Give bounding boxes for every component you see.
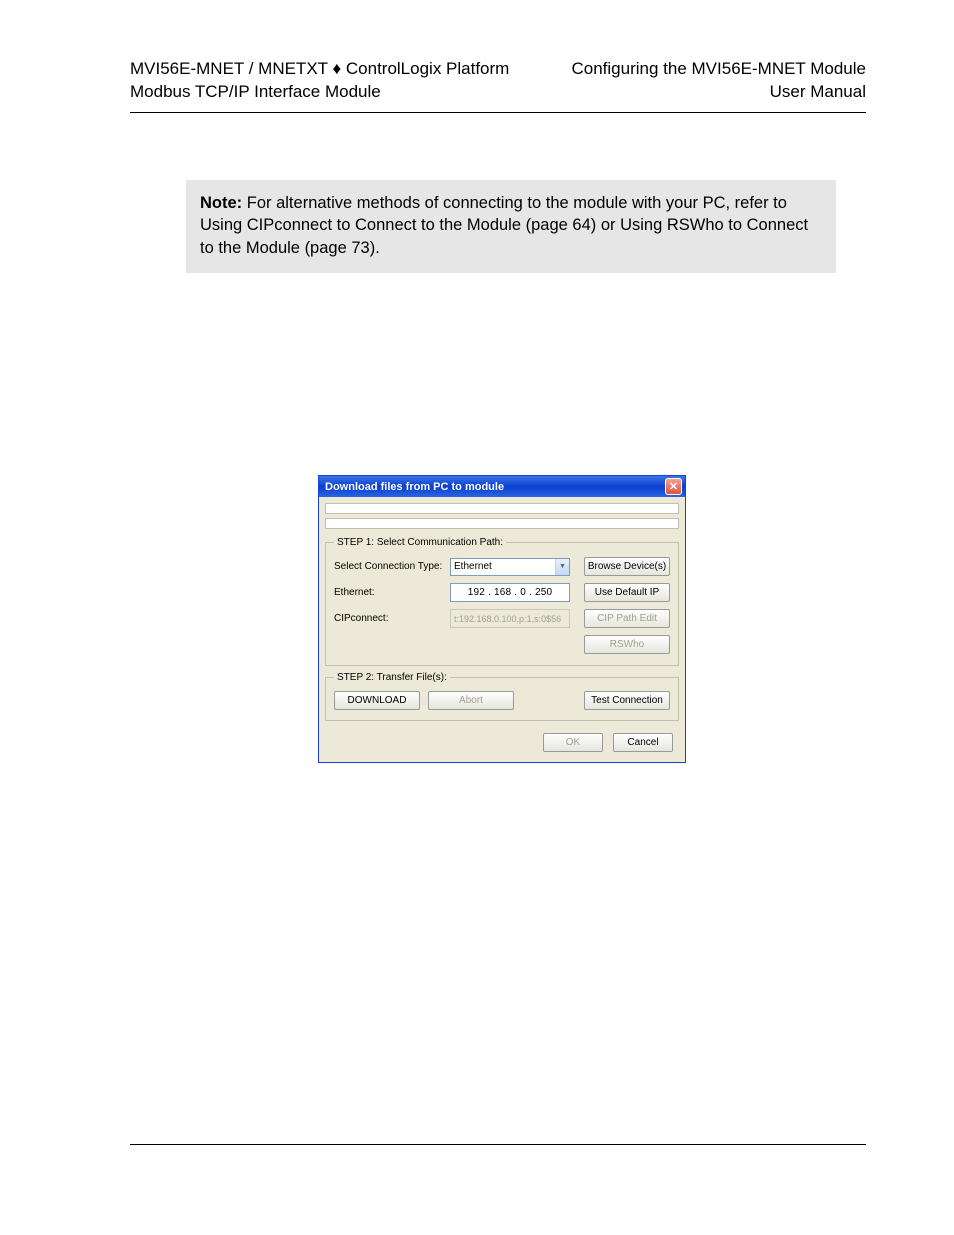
- row-cipconnect: CIPconnect: t:192.168.0.100,p:1,s:0$56 C…: [334, 608, 670, 629]
- use-default-ip-button[interactable]: Use Default IP: [584, 583, 670, 602]
- connection-type-select[interactable]: Ethernet ▼: [450, 558, 570, 576]
- row-connection-type: Select Connection Type: Ethernet ▼ Brows…: [334, 556, 670, 577]
- connection-type-label: Select Connection Type:: [334, 561, 450, 572]
- header-right-line1: Configuring the MVI56E-MNET Module: [572, 58, 867, 81]
- header-left-line1: MVI56E-MNET / MNETXT ♦ ControlLogix Plat…: [130, 58, 509, 81]
- rswho-button: RSWho: [584, 635, 670, 654]
- diamond-icon: ♦: [332, 59, 341, 78]
- step2-legend: STEP 2: Transfer File(s):: [334, 672, 450, 683]
- header-product: MVI56E-MNET / MNETXT: [130, 59, 332, 78]
- titlebar[interactable]: Download files from PC to module ✕: [319, 476, 685, 497]
- cipconnect-input: t:192.168.0.100,p:1,s:0$56: [450, 609, 570, 628]
- header-right-line2: User Manual: [572, 81, 867, 104]
- note-text: For alternative methods of connecting to…: [200, 194, 808, 257]
- download-dialog: Download files from PC to module ✕ STEP …: [318, 475, 686, 763]
- row-ethernet: Ethernet: 192. 168. 0. 250 Use Default I…: [334, 582, 670, 603]
- row-rswho: RSWho: [334, 634, 670, 655]
- progress-bar-2: [325, 518, 679, 529]
- header-right: Configuring the MVI56E-MNET Module User …: [572, 58, 867, 104]
- ip-octet-2: 168: [491, 587, 514, 598]
- ip-octet-4: 250: [532, 587, 555, 598]
- close-button[interactable]: ✕: [665, 478, 682, 495]
- note-label: Note:: [200, 194, 242, 212]
- header-left: MVI56E-MNET / MNETXT ♦ ControlLogix Plat…: [130, 58, 509, 104]
- browse-devices-button[interactable]: Browse Device(s): [584, 557, 670, 576]
- cip-path-edit-button: CIP Path Edit: [584, 609, 670, 628]
- download-button[interactable]: DOWNLOAD: [334, 691, 420, 710]
- step2-row: DOWNLOAD Abort Test Connection: [334, 691, 670, 710]
- step1-fieldset: STEP 1: Select Communication Path: Selec…: [325, 537, 679, 666]
- chevron-down-icon: ▼: [555, 559, 569, 575]
- ethernet-label: Ethernet:: [334, 587, 450, 598]
- progress-bars: [325, 503, 679, 529]
- dialog-title: Download files from PC to module: [325, 481, 504, 493]
- test-connection-button[interactable]: Test Connection: [584, 691, 670, 710]
- dialog-footer: OK Cancel: [325, 727, 679, 754]
- header-left-line2: Modbus TCP/IP Interface Module: [130, 81, 509, 104]
- ip-octet-3: 0: [517, 587, 529, 598]
- close-icon: ✕: [669, 480, 678, 493]
- progress-bar-1: [325, 503, 679, 514]
- cipconnect-label: CIPconnect:: [334, 613, 450, 624]
- header-platform: ControlLogix Platform: [341, 59, 509, 78]
- ip-octet-1: 192: [465, 587, 488, 598]
- connection-type-value: Ethernet: [454, 561, 492, 572]
- step2-fieldset: STEP 2: Transfer File(s): DOWNLOAD Abort…: [325, 672, 679, 721]
- ok-button: OK: [543, 733, 603, 752]
- page-header: MVI56E-MNET / MNETXT ♦ ControlLogix Plat…: [130, 58, 866, 104]
- cancel-button[interactable]: Cancel: [613, 733, 673, 752]
- ip-address-input[interactable]: 192. 168. 0. 250: [450, 583, 570, 602]
- dialog-body: STEP 1: Select Communication Path: Selec…: [319, 497, 685, 762]
- step1-legend: STEP 1: Select Communication Path:: [334, 537, 506, 548]
- abort-button: Abort: [428, 691, 514, 710]
- note-box: Note: For alternative methods of connect…: [186, 180, 836, 273]
- header-rule: [130, 112, 866, 113]
- footer-rule: [130, 1144, 866, 1145]
